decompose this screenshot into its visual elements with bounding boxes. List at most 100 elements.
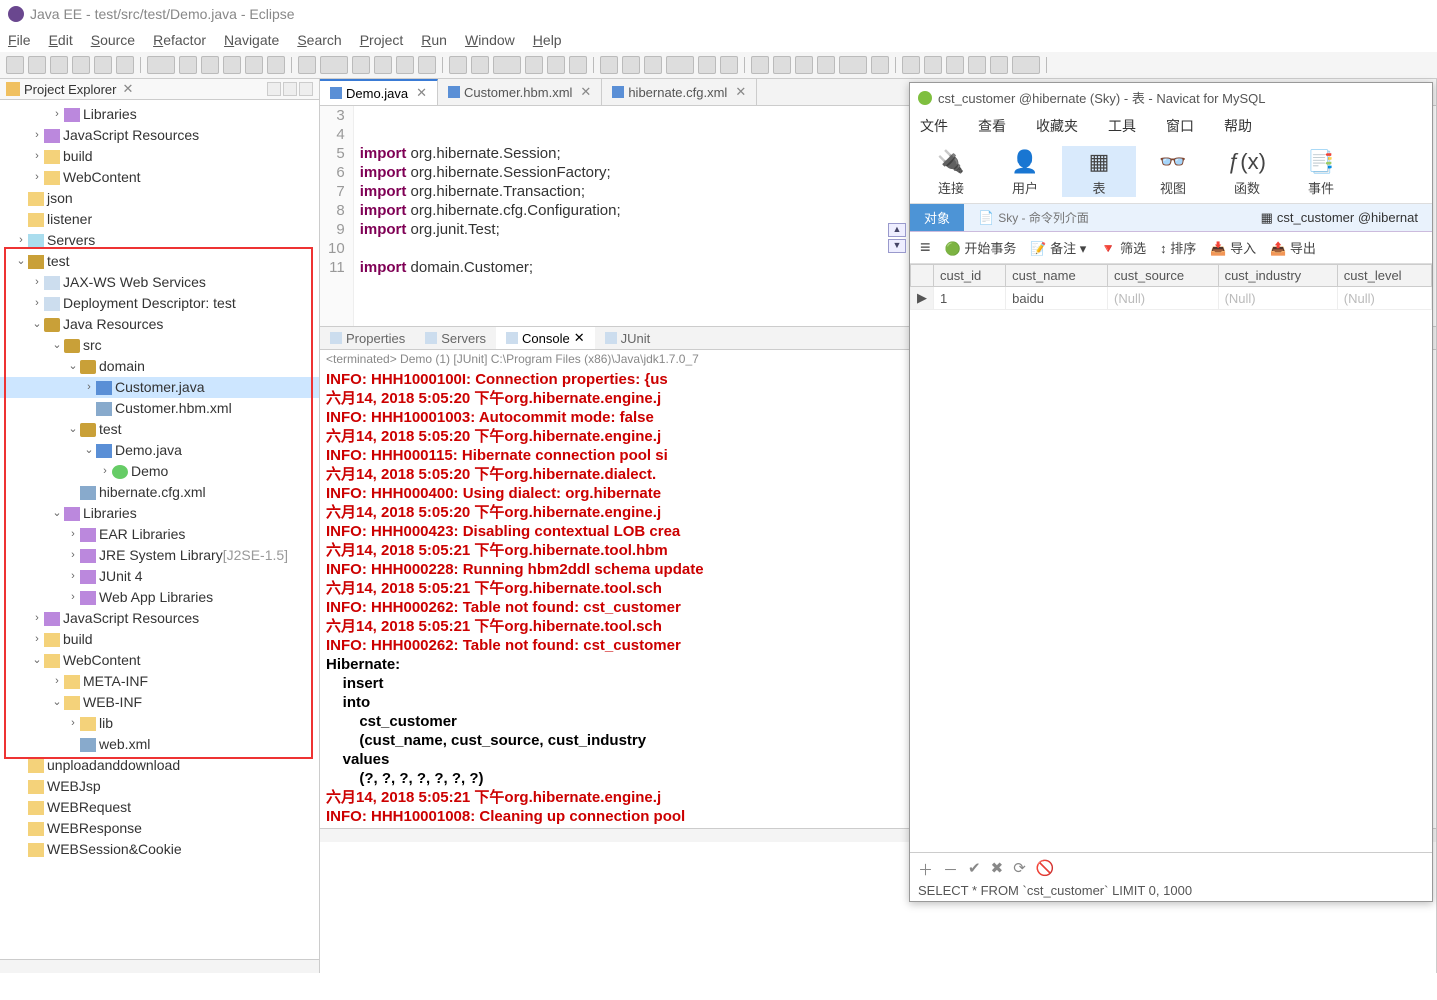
twisty-icon[interactable]: ⌄ (66, 356, 80, 377)
tree-item[interactable]: ›EAR Libraries (0, 524, 319, 545)
menu-help[interactable]: Help (533, 32, 562, 48)
toolbar-button[interactable] (839, 56, 867, 74)
menu-edit[interactable]: Edit (49, 32, 73, 48)
focus-icon[interactable] (283, 82, 297, 96)
nv-menu-item[interactable]: 工具 (1108, 116, 1136, 136)
twisty-icon[interactable]: ⌄ (66, 419, 80, 440)
tree-item[interactable]: WEBJsp (0, 776, 319, 797)
twisty-icon[interactable]: › (30, 146, 44, 167)
nav-down-icon[interactable]: ▼ (888, 239, 906, 253)
sky-cmd-input[interactable] (998, 211, 1088, 225)
toolbar-button[interactable] (990, 56, 1008, 74)
nv-toolbar-事件[interactable]: 📑事件 (1284, 146, 1358, 197)
toolbar-button[interactable] (471, 56, 489, 74)
toolbar-button[interactable] (968, 56, 986, 74)
tree-item[interactable]: ⌄Libraries (0, 503, 319, 524)
toolbar-button[interactable] (644, 56, 662, 74)
cell[interactable]: (Null) (1108, 287, 1219, 310)
toolbar-button[interactable] (352, 56, 370, 74)
tree-item[interactable]: json (0, 188, 319, 209)
toolbar-button[interactable] (116, 56, 134, 74)
refresh-icon[interactable]: ⟳ (1013, 859, 1026, 880)
tree-item[interactable]: ⌄WEB-INF (0, 692, 319, 713)
tree-item[interactable]: WEBResponse (0, 818, 319, 839)
toolbar-button[interactable] (396, 56, 414, 74)
close-icon[interactable]: ✕ (574, 330, 585, 346)
data-row[interactable]: ▶1baidu(Null)(Null)(Null) (911, 287, 1432, 310)
tree-item[interactable]: ›JUnit 4 (0, 566, 319, 587)
tree-item[interactable]: ›lib (0, 713, 319, 734)
tree-item[interactable]: ›Demo (0, 461, 319, 482)
begin-transaction-button[interactable]: 🟢 开始事务 (945, 238, 1017, 257)
twisty-icon[interactable]: › (50, 671, 64, 692)
cell[interactable]: 1 (934, 287, 1006, 310)
tree-item[interactable]: ›JavaScript Resources (0, 608, 319, 629)
twisty-icon[interactable]: › (14, 230, 28, 251)
menu-window[interactable]: Window (465, 32, 515, 48)
close-icon[interactable]: ✕ (580, 84, 591, 100)
filter-button[interactable]: 🔻 筛选 (1100, 238, 1146, 257)
twisty-icon[interactable]: › (30, 608, 44, 629)
toolbar-button[interactable] (1012, 56, 1040, 74)
view-menu-icon[interactable] (299, 82, 313, 96)
nv-menu-item[interactable]: 文件 (920, 116, 948, 136)
toolbar-button[interactable] (600, 56, 618, 74)
toolbar-button[interactable] (298, 56, 316, 74)
twisty-icon[interactable]: ⌄ (50, 335, 64, 356)
cell[interactable]: (Null) (1218, 287, 1337, 310)
nav-up-icon[interactable]: ▲ (888, 223, 906, 237)
twisty-icon[interactable]: ⌄ (30, 650, 44, 671)
menu-search[interactable]: Search (297, 32, 341, 48)
twisty-icon[interactable]: › (30, 125, 44, 146)
menu-navigate[interactable]: Navigate (224, 32, 279, 48)
remove-row-icon[interactable]: － (943, 859, 958, 880)
tree-item[interactable]: ›Libraries (0, 104, 319, 125)
toolbar-button[interactable] (50, 56, 68, 74)
subtab-customer[interactable]: ▦ cst_customer @hibernat (1247, 204, 1432, 231)
twisty-icon[interactable]: › (30, 629, 44, 650)
twisty-icon[interactable]: ⌄ (30, 314, 44, 335)
twisty-icon[interactable]: › (30, 293, 44, 314)
toolbar-button[interactable] (698, 56, 716, 74)
toolbar-button[interactable] (72, 56, 90, 74)
toolbar-button[interactable] (147, 56, 175, 74)
console-tab-console[interactable]: Console ✕ (496, 327, 595, 349)
toolbar-button[interactable] (449, 56, 467, 74)
toolbar-button[interactable] (795, 56, 813, 74)
toolbar-button[interactable] (94, 56, 112, 74)
sort-button[interactable]: ↕ 排序 (1160, 238, 1196, 257)
toolbar-button[interactable] (6, 56, 24, 74)
twisty-icon[interactable]: › (66, 713, 80, 734)
close-icon[interactable]: ✕ (735, 84, 746, 100)
tree-item[interactable]: ⌄test (0, 419, 319, 440)
link-editor-icon[interactable] (267, 82, 281, 96)
editor-tab[interactable]: Customer.hbm.xml✕ (438, 79, 602, 105)
tree-item[interactable]: ›JRE System Library [J2SE-1.5] (0, 545, 319, 566)
menu-project[interactable]: Project (360, 32, 404, 48)
nv-menu-item[interactable]: 窗口 (1166, 116, 1194, 136)
toolbar-button[interactable] (223, 56, 241, 74)
toolbar-button[interactable] (493, 56, 521, 74)
console-tab-servers[interactable]: Servers (415, 327, 496, 349)
tree-item[interactable]: WEBRequest (0, 797, 319, 818)
column-header[interactable]: cust_id (934, 265, 1006, 287)
toolbar-button[interactable] (622, 56, 640, 74)
column-header[interactable]: cust_name (1006, 265, 1108, 287)
tree-item[interactable]: ⌄domain (0, 356, 319, 377)
toolbar-button[interactable] (320, 56, 348, 74)
close-icon[interactable]: ✕ (122, 81, 133, 97)
toolbar-button[interactable] (525, 56, 543, 74)
twisty-icon[interactable]: › (30, 167, 44, 188)
import-button[interactable]: 📥 导入 (1210, 238, 1256, 257)
tree-item[interactable]: ›WebContent (0, 167, 319, 188)
toolbar-button[interactable] (267, 56, 285, 74)
toolbar-button[interactable] (245, 56, 263, 74)
toolbar-button[interactable] (28, 56, 46, 74)
editor-tab[interactable]: Demo.java✕ (320, 79, 438, 105)
tree-item[interactable]: ⌄Demo.java (0, 440, 319, 461)
console-tab-properties[interactable]: Properties (320, 327, 415, 349)
menu-icon[interactable]: ≡ (920, 237, 931, 258)
nv-toolbar-用户[interactable]: 👤用户 (988, 146, 1062, 197)
editor-tab[interactable]: hibernate.cfg.xml✕ (602, 79, 757, 105)
toolbar-button[interactable] (720, 56, 738, 74)
